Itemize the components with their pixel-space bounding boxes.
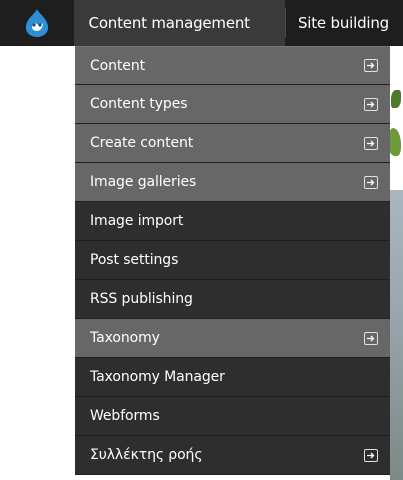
- menu-item[interactable]: Post settings: [75, 241, 390, 280]
- menu-item-label: Content: [90, 57, 145, 74]
- menu-item-label: Συλλέκτης ροής: [90, 447, 203, 463]
- menu-item-label: RSS publishing: [90, 291, 193, 307]
- top-menu-site-building[interactable]: Site building: [286, 0, 403, 46]
- menu-item[interactable]: Taxonomy: [75, 319, 390, 358]
- menu-item[interactable]: Content types: [75, 85, 390, 124]
- menu-item[interactable]: Image import: [75, 202, 390, 241]
- menu-item[interactable]: Συλλέκτης ροής: [75, 436, 390, 475]
- arrow-right-box-icon: [364, 175, 378, 189]
- menu-item[interactable]: Content: [75, 46, 390, 85]
- home-link[interactable]: [0, 0, 74, 46]
- arrow-right-box-icon: [364, 59, 378, 72]
- background-leaf: [391, 90, 401, 108]
- arrow-right-box-icon: [364, 136, 378, 150]
- menu-item-label: Image galleries: [90, 174, 197, 190]
- content-management-dropdown: Content Content types Create content Image …: [75, 46, 390, 475]
- drupal-drop-icon: [25, 9, 48, 37]
- menu-item-label: Create content: [90, 135, 194, 151]
- menu-item[interactable]: Webforms: [75, 397, 390, 436]
- arrow-right-box-icon: [364, 331, 378, 345]
- top-menu-content-management[interactable]: Content management: [73, 0, 285, 46]
- menu-item-label: Webforms: [90, 408, 160, 424]
- arrow-right-box-icon: [364, 97, 378, 111]
- arrow-right-box-icon: [364, 448, 378, 462]
- menu-item[interactable]: Taxonomy Manager: [75, 358, 390, 397]
- menu-item[interactable]: RSS publishing: [75, 280, 390, 319]
- menu-item-label: Post settings: [90, 252, 179, 268]
- menu-item-label: Image import: [90, 213, 184, 229]
- background-image: [390, 190, 403, 480]
- menu-item-label: Taxonomy: [90, 330, 160, 346]
- menu-item-label: Taxonomy Manager: [90, 369, 225, 385]
- menu-item-label: Content types: [90, 96, 188, 112]
- menu-item[interactable]: Image galleries: [75, 163, 390, 202]
- admin-toolbar: Content management Site building: [0, 0, 403, 46]
- menu-item[interactable]: Create content: [75, 124, 390, 163]
